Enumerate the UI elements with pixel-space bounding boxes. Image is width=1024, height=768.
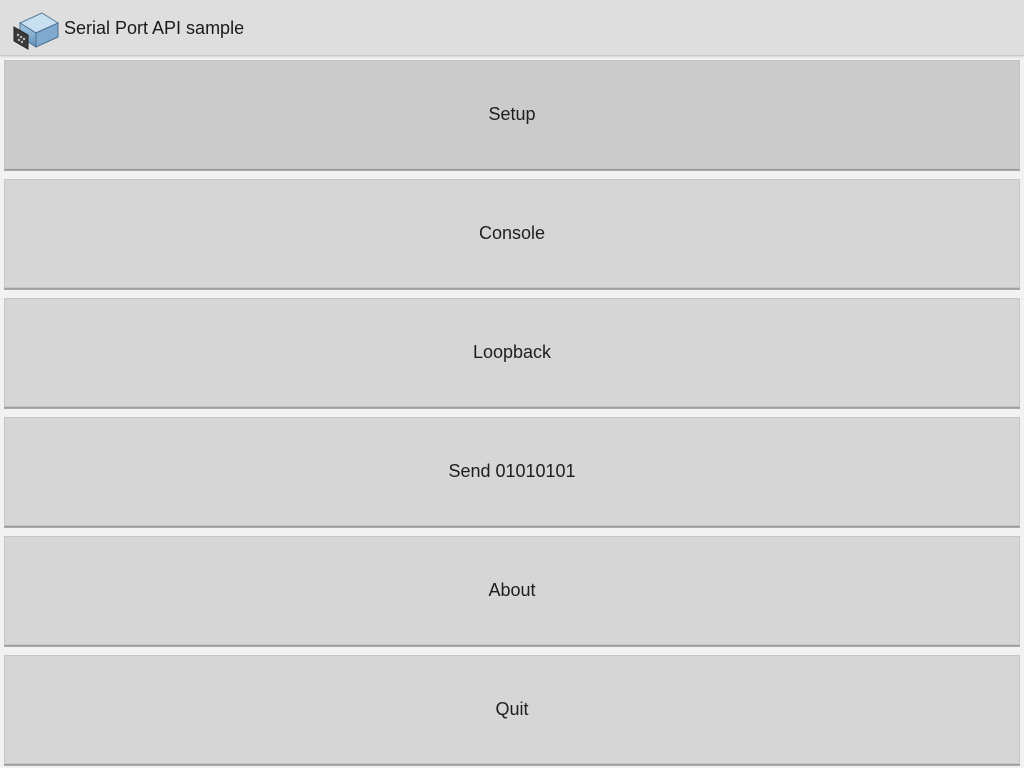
console-button[interactable]: Console: [4, 179, 1020, 289]
quit-button[interactable]: Quit: [4, 655, 1020, 765]
send-button[interactable]: Send 01010101: [4, 417, 1020, 527]
main-menu: Setup Console Loopback Send 01010101 Abo…: [4, 60, 1020, 765]
loopback-button[interactable]: Loopback: [4, 298, 1020, 408]
action-bar: Serial Port API sample: [0, 0, 1024, 56]
app-title: Serial Port API sample: [64, 18, 245, 38]
about-button[interactable]: About: [4, 536, 1020, 646]
setup-button[interactable]: Setup: [4, 60, 1020, 170]
serial-port-connector-icon: [12, 9, 62, 51]
